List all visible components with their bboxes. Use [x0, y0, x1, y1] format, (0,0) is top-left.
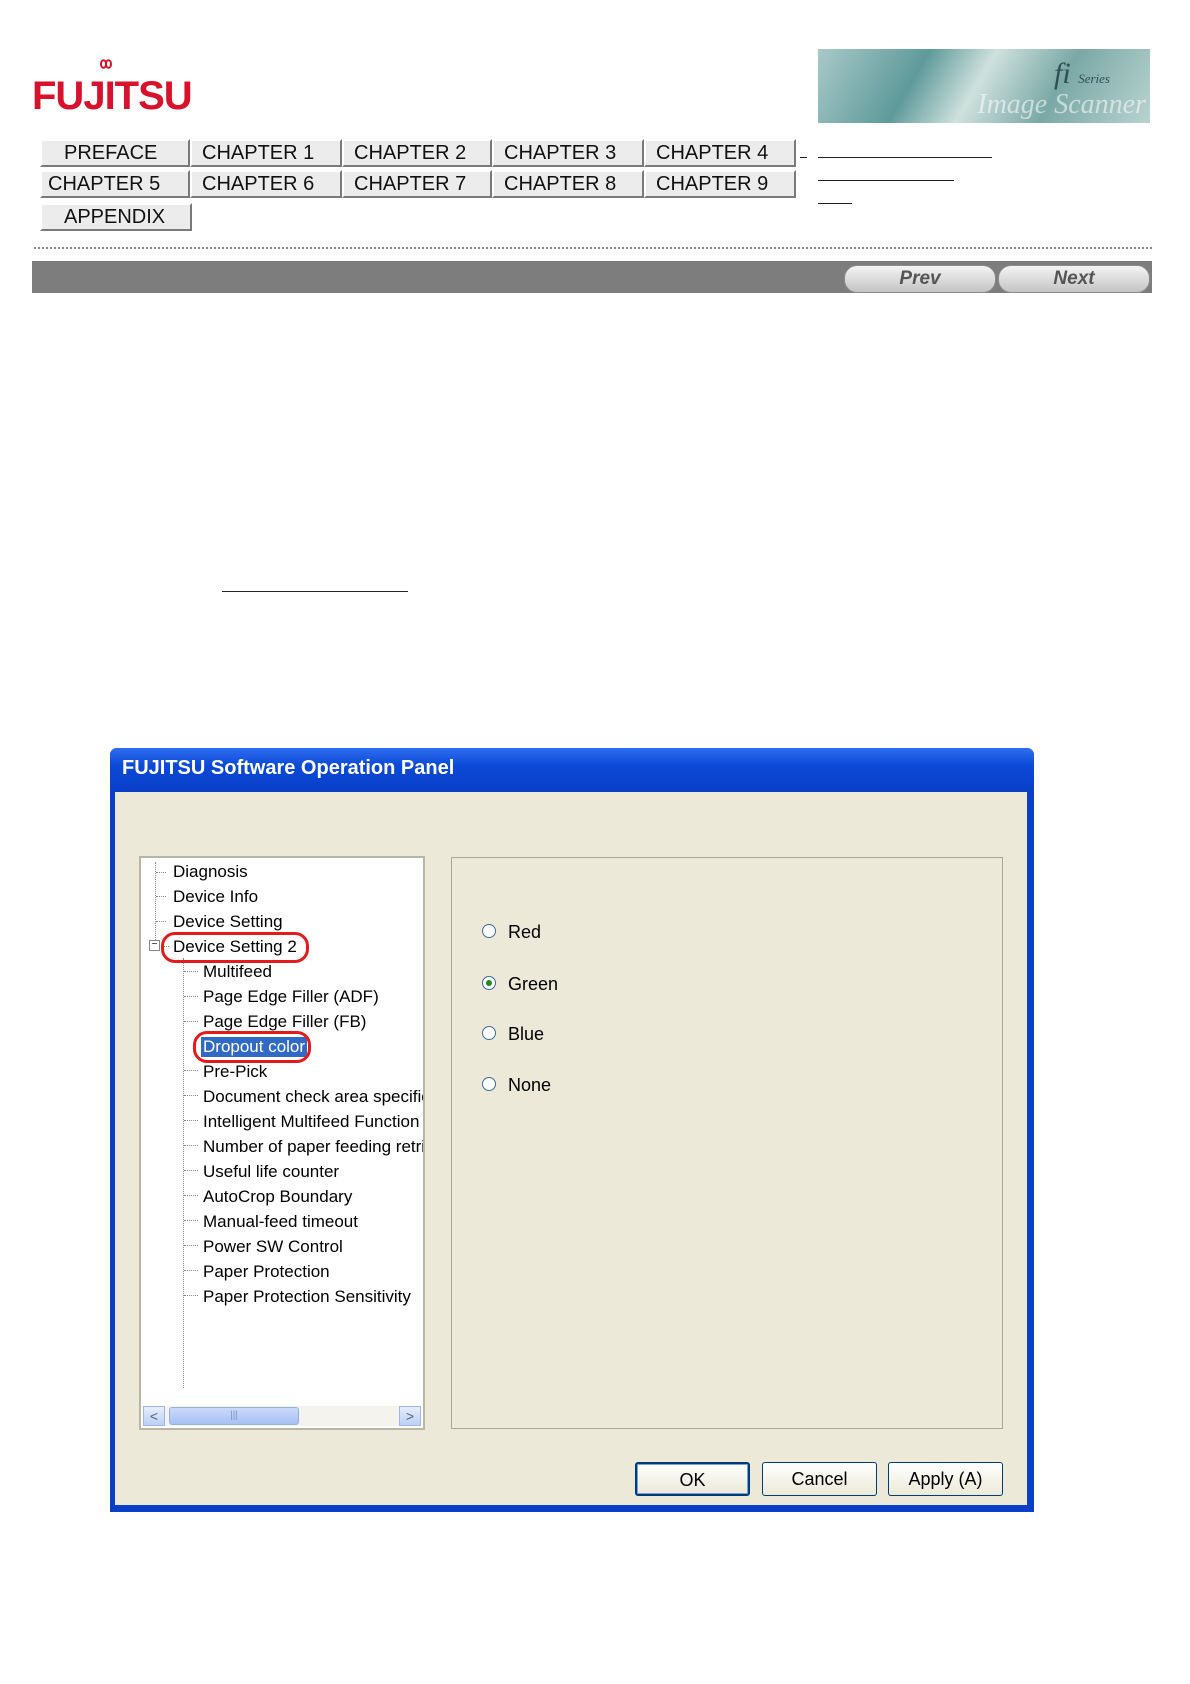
tree-guide [184, 1145, 198, 1146]
nav-chapter-1[interactable]: CHAPTER 1 [190, 139, 342, 167]
dialog-title: FUJITSU Software Operation Panel [122, 757, 455, 779]
side-link-2[interactable] [818, 180, 954, 181]
nav-chapter-8[interactable]: CHAPTER 8 [492, 170, 644, 198]
tree-guide [184, 971, 198, 972]
tree-guide [184, 1120, 198, 1121]
tree-guide [156, 896, 166, 897]
tree-guide [184, 1295, 198, 1296]
tree-item-autocrop-boundary[interactable]: AutoCrop Boundary [203, 1187, 352, 1207]
nav-chapter-2[interactable]: CHAPTER 2 [342, 139, 492, 167]
tree-item-useful-life-counter[interactable]: Useful life counter [203, 1162, 339, 1182]
nav-chapter-6[interactable]: CHAPTER 6 [190, 170, 342, 198]
fi-series-banner: fi Series Image Scanner [818, 49, 1150, 123]
tree-item-device-setting[interactable]: Device Setting [173, 912, 283, 932]
cancel-button[interactable]: Cancel [762, 1462, 877, 1496]
tree-item-pre-pick[interactable]: Pre-Pick [203, 1062, 267, 1082]
tree-guide [183, 958, 184, 1388]
apply-button[interactable]: Apply (A) [888, 1462, 1003, 1496]
tree-horizontal-scrollbar[interactable]: < ||| > [143, 1406, 421, 1426]
tree-guide [184, 1095, 198, 1096]
tree-guide [184, 1070, 198, 1071]
dropout-color-panel: Red Green Blue None [451, 857, 1003, 1429]
radio-checked-dot [486, 980, 492, 986]
scroll-grip-icon: ||| [230, 1410, 238, 1421]
nav-chapter-5[interactable]: CHAPTER 5 [40, 170, 190, 198]
tree-item-device-info[interactable]: Device Info [173, 887, 258, 907]
scroll-thumb[interactable]: ||| [169, 1407, 299, 1425]
nav-appendix[interactable]: APPENDIX [40, 203, 192, 231]
side-link-1[interactable] [818, 157, 992, 158]
banner-fi: fi Series [1054, 57, 1110, 90]
body-link[interactable] [222, 591, 408, 592]
nav-chapter-4[interactable]: CHAPTER 4 [644, 139, 796, 167]
banner-ghost-text: Image Scanner [977, 89, 1146, 120]
ok-button[interactable]: OK [635, 1462, 750, 1496]
settings-tree[interactable]: − Diagnosis Device Info Device Setting D… [139, 856, 425, 1430]
scroll-left-icon[interactable]: < [143, 1406, 165, 1426]
radio-none-label[interactable]: None [508, 1073, 551, 1097]
nav-chapter-7[interactable]: CHAPTER 7 [342, 170, 492, 198]
tree-item-intelligent-multifeed[interactable]: Intelligent Multifeed Function [203, 1112, 419, 1132]
radio-blue-label[interactable]: Blue [508, 1022, 544, 1046]
tree-item-power-sw-control[interactable]: Power SW Control [203, 1237, 343, 1257]
tree-guide [156, 872, 166, 873]
dialog-titlebar[interactable]: FUJITSU Software Operation Panel [110, 748, 1034, 792]
radio-green-label[interactable]: Green [508, 972, 558, 996]
tree-item-diagnosis[interactable]: Diagnosis [173, 862, 248, 882]
logo-text: FUJITSU [32, 74, 193, 118]
nav-chapter-9[interactable]: CHAPTER 9 [644, 170, 796, 198]
radio-blue-icon[interactable] [482, 1026, 496, 1040]
highlight-ring-dropout-color [193, 1031, 311, 1063]
tree-guide [184, 1245, 198, 1246]
tree-item-manual-feed-timeout[interactable]: Manual-feed timeout [203, 1212, 358, 1232]
dialog-client: − Diagnosis Device Info Device Setting D… [115, 792, 1027, 1505]
nav-connector [800, 157, 807, 158]
tree-guide [184, 1220, 198, 1221]
tree-guide [156, 921, 166, 922]
nav-chapter-3[interactable]: CHAPTER 3 [492, 139, 644, 167]
next-button[interactable]: Next [998, 265, 1150, 293]
infinity-icon [99, 59, 113, 69]
radio-red-icon[interactable] [482, 924, 496, 938]
tree-item-paper-feeding-retries[interactable]: Number of paper feeding retrie [203, 1137, 423, 1157]
side-link-3[interactable] [818, 203, 852, 204]
tree-item-paper-protection-sensitivity[interactable]: Paper Protection Sensitivity [203, 1287, 411, 1307]
scroll-right-icon[interactable]: > [399, 1406, 421, 1426]
radio-green-icon[interactable] [482, 976, 496, 990]
radio-red-label[interactable]: Red [508, 920, 541, 944]
tree-item-multifeed[interactable]: Multifeed [203, 962, 272, 982]
prev-button[interactable]: Prev [844, 265, 996, 293]
tree-guide [184, 1170, 198, 1171]
pager-bar: Prev Next [32, 261, 1152, 293]
nav-preface[interactable]: PREFACE [40, 139, 190, 167]
tree-guide [155, 862, 156, 950]
operation-panel-dialog: FUJITSU Software Operation Panel − Diagn… [110, 748, 1034, 1512]
tree-item-page-edge-fb[interactable]: Page Edge Filler (FB) [203, 1012, 366, 1032]
collapse-icon[interactable]: − [149, 940, 160, 951]
tree-guide [184, 996, 198, 997]
dotted-separator [34, 247, 1152, 249]
tree-item-document-check-area[interactable]: Document check area specific [203, 1087, 423, 1107]
tree-item-paper-protection[interactable]: Paper Protection [203, 1262, 330, 1282]
tree-guide [184, 1021, 198, 1022]
tree-guide [184, 1270, 198, 1271]
highlight-ring-device-setting-2 [161, 932, 309, 963]
fujitsu-logo: FUJITSU [32, 56, 193, 120]
tree-item-page-edge-adf[interactable]: Page Edge Filler (ADF) [203, 987, 379, 1007]
chapter-nav: PREFACE CHAPTER 1 CHAPTER 2 CHAPTER 3 CH… [40, 139, 800, 237]
radio-none-icon[interactable] [482, 1077, 496, 1091]
tree-guide [184, 1195, 198, 1196]
